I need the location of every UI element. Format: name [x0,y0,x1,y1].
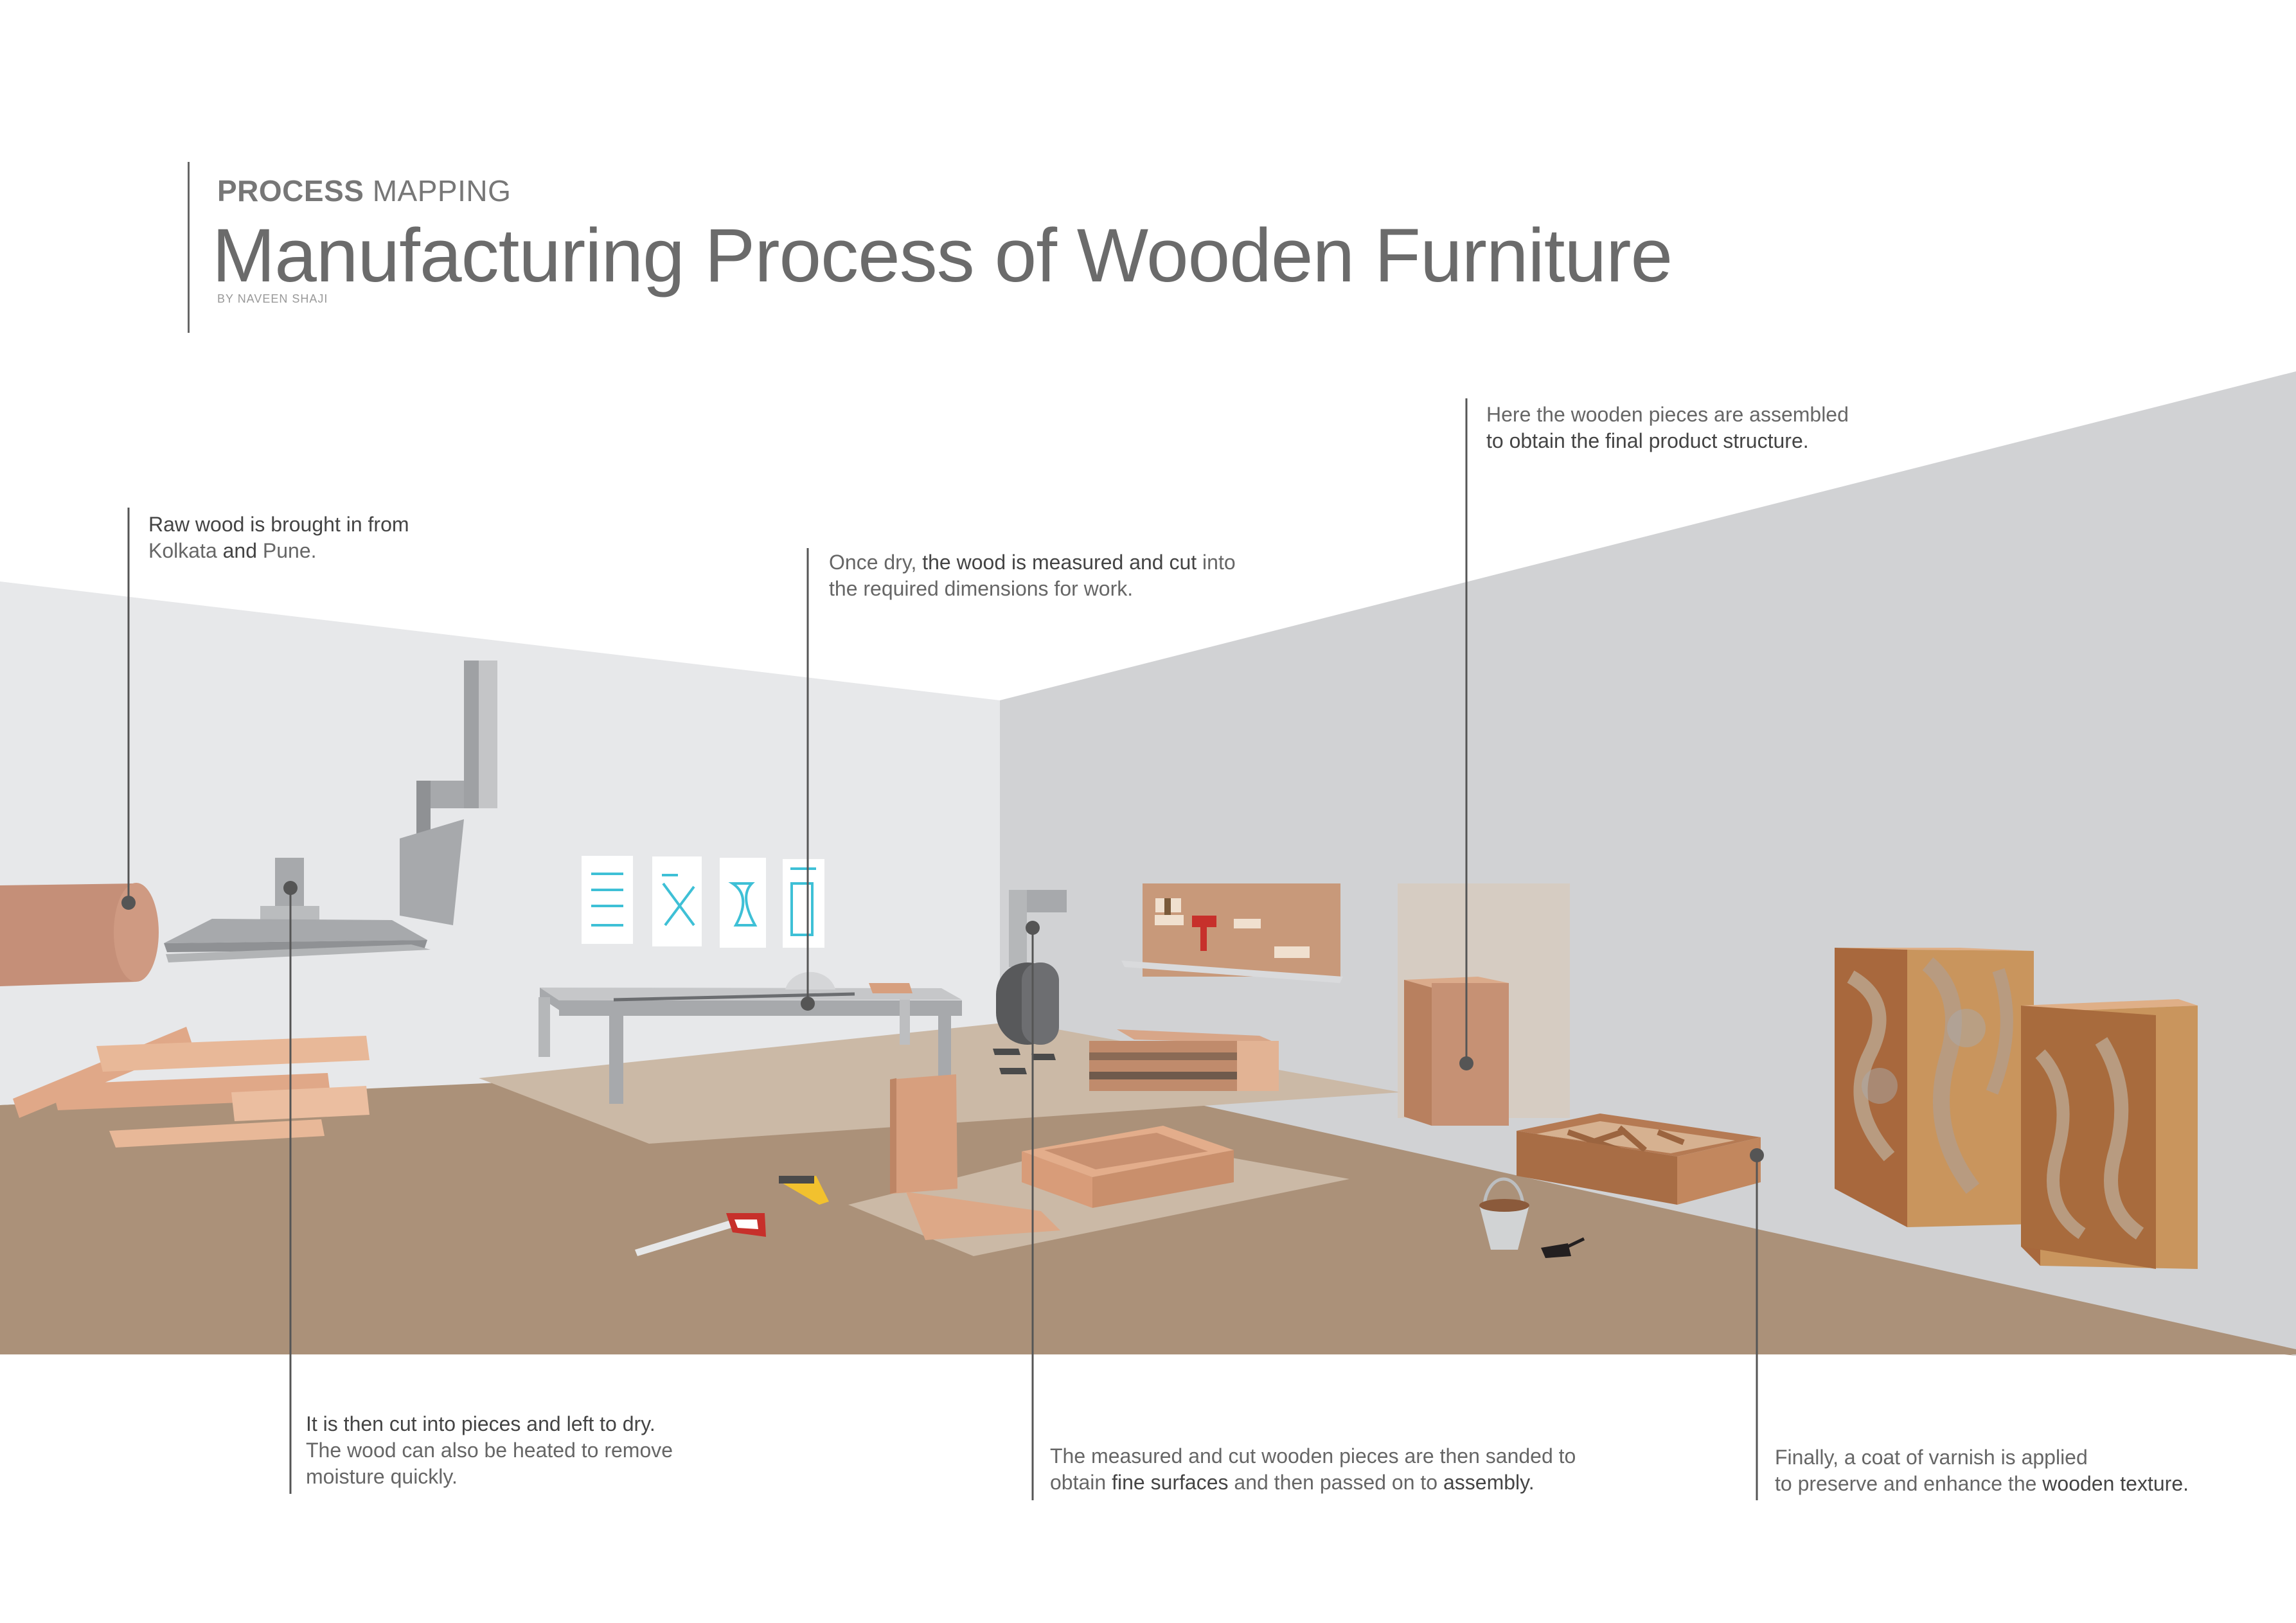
note-text: moisture quickly. [306,1465,458,1488]
note-raw-wood: Raw wood is brought in from Kolkata and P… [148,511,409,564]
note-line: to preserve and enhance the wooden textu… [1775,1471,2189,1497]
note-emphasis: It is then cut into pieces and left to d… [306,1412,655,1435]
note-emphasis: wooden texture. [2042,1472,2189,1495]
cabinet-large [1835,948,2034,1227]
note-line: Once dry, the wood is measured and cut i… [829,549,1236,576]
note-text: Here the wooden pieces are assembled [1486,403,1849,426]
note-line: Kolkata and Pune. [148,538,409,564]
eyebrow: PROCESS MAPPING [217,173,511,208]
note-text: The measured and cut wooden pieces are t… [1050,1444,1576,1468]
note-cut-dry: It is then cut into pieces and left to d… [306,1411,673,1490]
note-text: The wood can also be heated to remove [306,1439,673,1462]
note-text: and then passed on to [1228,1471,1443,1494]
note-emphasis: to obtain the final product structure. [1486,429,1809,452]
note-text: the required dimensions for work. [829,577,1134,600]
note-text: Pune. [262,539,317,562]
note-line: the required dimensions for work. [829,576,1236,602]
note-line: The measured and cut wooden pieces are t… [1050,1443,1576,1469]
note-line: Finally, a coat of varnish is applied [1775,1444,2189,1471]
eyebrow-rest: MAPPING [364,174,512,208]
note-text: into [1197,551,1236,574]
note-assembly: Here the wooden pieces are assembled to o… [1486,402,1849,454]
note-text: Once dry, [829,551,923,574]
raw-log [0,883,159,986]
header-rule [188,162,190,333]
note-emphasis: Raw wood is brought in from [148,513,409,536]
note-emphasis: fine surfaces [1112,1471,1229,1494]
note-line: It is then cut into pieces and left to d… [306,1411,673,1437]
note-emphasis: assembly. [1443,1471,1535,1494]
note-line: Here the wooden pieces are assembled [1486,402,1849,428]
note-line: Raw wood is brought in from [148,511,409,538]
note-text: Kolkata [148,539,217,562]
note-line: to obtain the final product structure. [1486,428,1849,454]
page-title: Manufacturing Process of Wooden Furnitur… [212,213,1673,298]
note-emphasis: the wood is measured and cut [922,551,1197,574]
note-text: Finally, a coat of varnish is applied [1775,1446,2088,1469]
eyebrow-bold: PROCESS [217,174,364,208]
left-wall [0,581,1000,1105]
note-sanding: The measured and cut wooden pieces are t… [1050,1443,1576,1496]
note-line: The wood can also be heated to remove [306,1437,673,1464]
cabinet-small [2021,999,2198,1269]
note-line: obtain fine surfaces and then passed on … [1050,1469,1576,1496]
tool-board [1121,883,1343,983]
note-emphasis: and [217,539,263,562]
note-varnish: Finally, a coat of varnish is applied to … [1775,1444,2189,1497]
assembly-box [1404,977,1509,1126]
byline: BY NAVEEN SHAJI [217,292,328,305]
note-measure-cut: Once dry, the wood is measured and cut i… [829,549,1236,602]
note-line: moisture quickly. [306,1464,673,1490]
note-text: obtain [1050,1471,1112,1494]
note-text: to preserve and enhance the [1775,1472,2043,1495]
